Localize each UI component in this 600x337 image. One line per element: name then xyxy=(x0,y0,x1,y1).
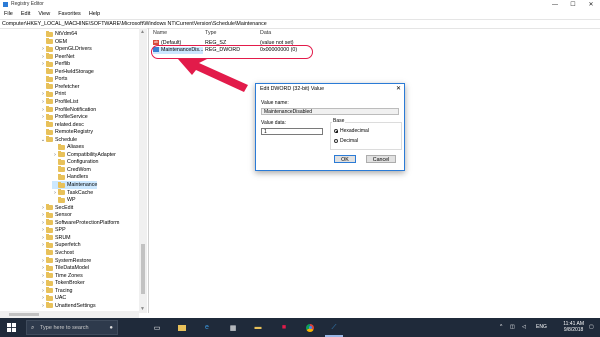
task-view-icon[interactable]: ▭ xyxy=(150,322,164,333)
cancel-button[interactable]: Cancel xyxy=(366,155,396,163)
value-name-field[interactable]: MaintenanceDisabled xyxy=(261,108,399,115)
folder-icon[interactable]: ▬ xyxy=(251,322,265,333)
decimal-label: Decimal xyxy=(340,138,359,144)
value-data-field[interactable]: 1 xyxy=(261,128,323,135)
microphone-icon[interactable]: ● xyxy=(109,321,113,336)
system-clock[interactable]: 11:41 AM 9/8/2018 xyxy=(563,321,584,333)
network-icon[interactable]: ◫ xyxy=(510,324,515,330)
action-center-icon[interactable]: ▢ xyxy=(589,324,594,330)
value-name-label: Value name: xyxy=(261,100,289,106)
edit-dword-dialog: Edit DWORD (32-bit) Value ✕ Value name: … xyxy=(255,83,405,171)
store-icon[interactable]: ▦ xyxy=(226,322,240,333)
decimal-radio[interactable]: Decimal xyxy=(334,138,358,144)
taskbar-search-box[interactable]: ⌕ Type here to search ● xyxy=(26,320,118,335)
regedit-taskbar-icon[interactable]: ⟋ xyxy=(327,322,341,333)
windows-start-icon[interactable] xyxy=(4,322,18,333)
dialog-close-button[interactable]: ✕ xyxy=(396,85,401,92)
edge-browser-icon[interactable]: e xyxy=(200,322,214,333)
base-group xyxy=(330,122,402,150)
clock-date: 9/8/2018 xyxy=(563,327,584,333)
hexadecimal-radio[interactable]: Hexadecimal xyxy=(334,128,369,134)
hexadecimal-label: Hexadecimal xyxy=(340,128,369,134)
value-data-label: Value data: xyxy=(261,120,286,126)
language-indicator[interactable]: ENG xyxy=(536,324,547,330)
taskbar: ⌕ Type here to search ● ▭ e ▦ ▬ ■ ⟋ ^ ◫ … xyxy=(0,318,600,337)
search-placeholder: Type here to search xyxy=(40,325,89,331)
ok-button[interactable]: OK xyxy=(334,155,356,163)
file-explorer-icon[interactable] xyxy=(175,322,189,333)
base-label: Base xyxy=(332,118,346,124)
tray-up-arrow-icon[interactable]: ^ xyxy=(500,324,502,330)
chrome-icon[interactable] xyxy=(303,322,317,333)
volume-icon[interactable]: ◁ xyxy=(522,324,526,330)
office-icon[interactable]: ■ xyxy=(277,322,291,333)
dialog-title: Edit DWORD (32-bit) Value xyxy=(260,86,325,92)
search-icon: ⌕ xyxy=(31,325,35,331)
